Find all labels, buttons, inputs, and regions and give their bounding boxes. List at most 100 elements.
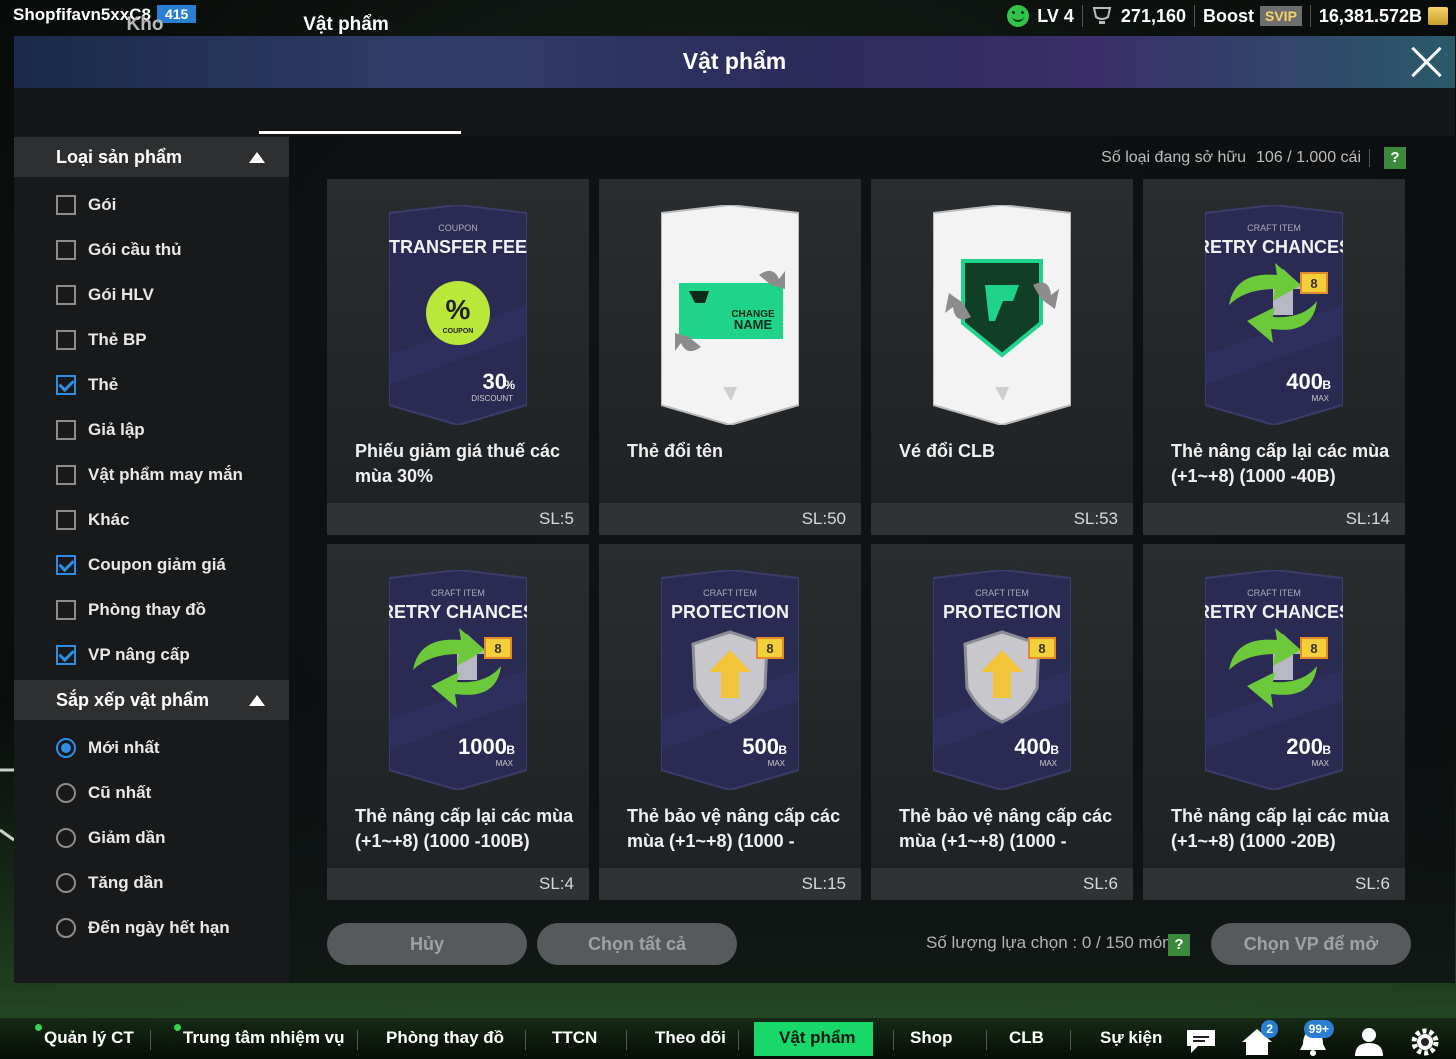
checkbox[interactable] (56, 330, 76, 350)
filter-option[interactable]: Coupon giảm giá (56, 551, 226, 579)
item-art: CRAFT ITEM PROTECTION 8 400 B MAX (933, 570, 1071, 790)
nav-item[interactable]: CLB (1009, 1028, 1044, 1048)
filter-option[interactable]: Giả lập (56, 416, 145, 444)
balance-display[interactable]: 16,381.572B (1311, 5, 1456, 27)
item-art (933, 205, 1071, 425)
checkbox[interactable] (56, 285, 76, 305)
sort-option[interactable]: Mới nhất (56, 734, 160, 762)
checkbox[interactable] (56, 645, 76, 665)
nav-item[interactable]: Shop (910, 1028, 953, 1048)
art-title: RETRY CHANCES (1205, 602, 1343, 622)
item-art: CRAFT ITEM RETRY CHANCES 8 200B MAX (1205, 570, 1343, 790)
art-title: TRANSFER FEE (389, 237, 527, 257)
filter-option[interactable]: Thẻ BP (56, 326, 147, 354)
filter-option[interactable]: Phòng thay đồ (56, 596, 206, 624)
item-quantity: SL:15 (801, 874, 846, 893)
item-card[interactable]: CRAFT ITEM RETRY CHANCES 8 400B MAX Thẻ nâng … (1143, 179, 1405, 535)
checkbox[interactable] (56, 375, 76, 395)
filter-option[interactable]: Thẻ (56, 371, 118, 399)
item-card[interactable]: CRAFT ITEM RETRY CHANCES 8 1000B MAX Thẻ nâng… (327, 544, 589, 900)
nav-item[interactable]: Vật phẩm (779, 1028, 856, 1048)
profile-icon[interactable] (1352, 1026, 1386, 1056)
help-icon[interactable]: ? (1384, 147, 1406, 169)
art-text: NAME (734, 317, 773, 332)
sort-header[interactable]: Sắp xếp vật phẩm (14, 680, 289, 720)
item-card[interactable]: CHANGE NAME Thẻ đổi tên SL:50 (599, 179, 861, 535)
nav-label: Theo dõi (655, 1028, 726, 1047)
filter-option-label: Coupon giảm giá (88, 555, 226, 574)
art-level: 8 (1310, 276, 1317, 291)
nav-item[interactable]: Theo dõi (655, 1028, 726, 1048)
boost-display[interactable]: Boost SVIP (1195, 5, 1311, 27)
select-all-button[interactable]: Chọn tất cả (537, 923, 737, 965)
filter-option[interactable]: Gói HLV (56, 281, 154, 309)
nav-item[interactable]: TTCN (552, 1028, 597, 1048)
radio-button[interactable] (56, 828, 76, 848)
close-icon[interactable] (1409, 44, 1445, 80)
art-top-text: CRAFT ITEM (431, 588, 485, 598)
nav-item[interactable]: Phòng thay đồ (386, 1028, 504, 1048)
page-title: Vật phẩm (682, 48, 787, 74)
art-value: 1000 (458, 734, 507, 759)
cancel-button[interactable]: Hủy (327, 923, 527, 965)
checkbox[interactable] (56, 510, 76, 530)
filter-option-label: Phòng thay đồ (88, 600, 207, 619)
home-icon[interactable]: 2 (1240, 1020, 1278, 1056)
art-badge: % (446, 294, 471, 325)
item-card[interactable]: CRAFT ITEM PROTECTION 8 400 B MAX Thẻ bảo vệ n… (871, 544, 1133, 900)
nav-label: CLB (1009, 1028, 1044, 1047)
product-type-header[interactable]: Loại sản phẩm (14, 137, 289, 177)
checkbox[interactable] (56, 555, 76, 575)
item-card[interactable]: CRAFT ITEM PROTECTION 8 500 B MAX Thẻ bảo vệ n… (599, 544, 861, 900)
item-card[interactable]: CRAFT ITEM RETRY CHANCES 8 200B MAX Thẻ nâng … (1143, 544, 1405, 900)
art-sub: DISCOUNT (471, 394, 513, 403)
svip-badge: SVIP (1260, 6, 1302, 26)
art-level: 8 (1310, 641, 1317, 656)
checkbox[interactable] (56, 420, 76, 440)
sort-option[interactable]: Cũ nhất (56, 779, 151, 807)
nav-item[interactable]: Quản lý CT (35, 1024, 134, 1048)
filter-option[interactable]: Gói (56, 191, 116, 219)
art-title: RETRY CHANCES (389, 602, 527, 622)
checkbox[interactable] (56, 465, 76, 485)
art-value: 400 (1286, 369, 1323, 394)
art-value: 500 (742, 734, 779, 759)
filter-option-label: VP nâng cấp (88, 645, 190, 664)
radio-button[interactable] (56, 873, 76, 893)
radio-button[interactable] (56, 783, 76, 803)
tab-vat-pham[interactable]: Vật phẩm (245, 14, 447, 36)
nav-item[interactable]: Sự kiện (1100, 1028, 1162, 1048)
item-quantity: SL:6 (1083, 874, 1118, 893)
help-icon[interactable]: ? (1168, 934, 1190, 956)
chat-icon[interactable] (1184, 1026, 1218, 1056)
art-title: RETRY CHANCES (1205, 237, 1343, 257)
bell-icon[interactable]: 99+ (1296, 1020, 1334, 1056)
gear-icon[interactable] (1408, 1026, 1442, 1056)
filter-option[interactable]: Gói cầu thủ (56, 236, 182, 264)
checkbox[interactable] (56, 195, 76, 215)
filter-option[interactable]: VP nâng cấp (56, 641, 190, 669)
art-sub: MAX (768, 759, 786, 768)
art-sub: MAX (1312, 759, 1330, 768)
open-items-button[interactable]: Chọn VP để mở (1211, 923, 1411, 965)
sort-option[interactable]: Đến ngày hết hạn (56, 914, 230, 942)
sort-option-label: Tăng dần (88, 873, 164, 892)
checkbox[interactable] (56, 600, 76, 620)
filter-option[interactable]: Vật phẩm may mắn (56, 461, 243, 489)
owned-value: 106 / 1.000 cái (1256, 149, 1361, 166)
filter-option-label: Gói cầu thủ (88, 240, 182, 259)
sort-option[interactable]: Tăng dần (56, 869, 164, 897)
item-card[interactable]: Vé đổi CLB SL:53 (871, 179, 1133, 535)
nav-item[interactable]: Trung tâm nhiệm vụ (174, 1024, 345, 1048)
art-badge-sub: COUPON (443, 328, 474, 335)
radio-button[interactable] (56, 738, 76, 758)
filter-option[interactable]: Khác (56, 506, 130, 534)
item-card[interactable]: COUPON TRANSFER FEE% COUPON 30% DISCOUNT Phiế… (327, 179, 589, 535)
tab-kho[interactable]: Kho (40, 14, 250, 36)
radio-button[interactable] (56, 918, 76, 938)
balance-text: 16,381.572B (1318, 5, 1422, 26)
nav-label: Phòng thay đồ (386, 1028, 505, 1047)
item-quantity: SL:14 (1345, 509, 1390, 528)
sort-option[interactable]: Giảm dần (56, 824, 165, 852)
checkbox[interactable] (56, 240, 76, 260)
